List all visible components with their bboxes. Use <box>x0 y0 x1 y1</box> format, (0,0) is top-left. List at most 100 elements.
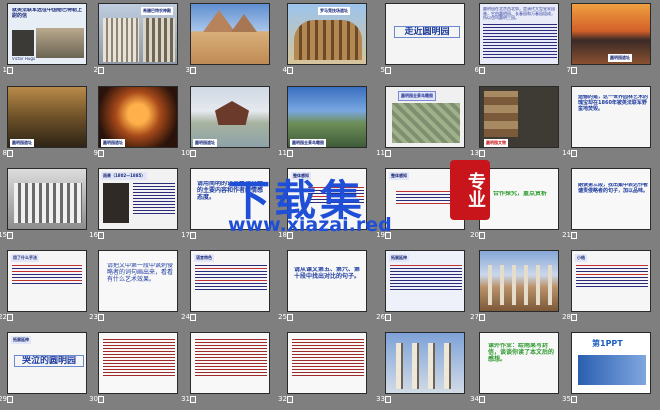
slide-thumbnail[interactable] <box>98 332 178 394</box>
slide-thumbnail[interactable]: 圆明园遗址 <box>571 3 651 65</box>
map-image <box>392 103 460 143</box>
slide-thumbnail[interactable]: 整体感知 <box>385 168 465 230</box>
slide-number: 21 <box>562 231 571 239</box>
text-lines <box>12 265 82 286</box>
slide-number: 28 <box>562 313 571 321</box>
slide-number: 10 <box>181 149 190 157</box>
text-lines <box>483 24 557 60</box>
slide-thumbnail[interactable]: 合作探究，重点赏析 <box>479 168 559 230</box>
transition-icon <box>98 395 104 403</box>
slide-thumbnail[interactable]: 圆明园遗址 <box>98 86 178 148</box>
transition-icon <box>98 231 104 239</box>
slide-thumbnail[interactable] <box>287 332 367 394</box>
text-lines <box>195 339 267 378</box>
transition-icon <box>571 149 577 157</box>
transition-icon <box>190 231 196 239</box>
slide-title: 整体感知 <box>291 172 311 180</box>
temple-image <box>143 18 175 62</box>
slide-title: 圆明园遗址 <box>10 139 34 147</box>
slide-thumbnail[interactable]: 小结 <box>571 250 651 312</box>
slide-number: 11 <box>376 149 385 157</box>
slide-title: 希腊巴特农神殿 <box>141 7 173 15</box>
slide-thumbnail[interactable]: 走近圆明园 <box>385 3 465 65</box>
transition-icon <box>385 313 391 321</box>
transition-icon <box>385 149 391 157</box>
slide-number: 33 <box>376 395 385 403</box>
transition-icon <box>287 149 293 157</box>
slide-title: 小结 <box>575 254 587 262</box>
slide-thumbnail[interactable]: 圆明园全景鸟瞰图 <box>287 86 367 148</box>
slide-thumbnail[interactable]: 整体感知 <box>287 168 367 230</box>
slide-title: 圆明园遗址 <box>608 54 632 62</box>
slide-sorter: 就英法联军远征中国给巴特勒上尉的信 Victor Hugo 1 希腊巴特农神殿 … <box>0 0 660 410</box>
transition-icon <box>479 66 485 74</box>
pyramid-image <box>231 14 257 32</box>
slide-thumbnail[interactable] <box>7 168 87 230</box>
transition-icon <box>479 313 485 321</box>
slide-title: 哭泣的圆明园 <box>14 355 84 368</box>
slide-title: 就英法联军远征中国给巴特勒上尉的信 <box>12 8 83 19</box>
slide-thumbnail[interactable]: 课外作业：给雨果写封信，谈谈你读了本文后的感想。 <box>479 332 559 394</box>
slide-subtitle: Victor Hugo <box>12 57 36 61</box>
slide-number: 23 <box>89 313 98 321</box>
slide-number: 34 <box>470 395 479 403</box>
slide-thumbnail[interactable]: 圆明园在北京西北郊，是清代大型皇家园林，它由圆明园、长春园和万春园组成，所以也叫… <box>479 3 559 65</box>
temple-image <box>103 18 139 62</box>
text-lines <box>396 191 456 206</box>
slide-number: 26 <box>376 313 385 321</box>
text-lines <box>308 187 364 205</box>
slide-thumbnail[interactable] <box>385 332 465 394</box>
slide-thumbnail[interactable]: 拓展延伸 哭泣的圆明园 <box>7 332 87 394</box>
slide-number: 13 <box>470 149 479 157</box>
transition-icon <box>571 231 577 239</box>
slide-title: 雨果（1802—1885） <box>101 172 148 180</box>
slide-thumbnail[interactable]: 圆明园遗址 <box>190 86 270 148</box>
transition-icon <box>190 149 196 157</box>
slide-thumbnail[interactable]: 遗憾的是，这一世界园林艺术的瑰宝却在1860年被英法联军野蛮地焚毁。 <box>571 86 651 148</box>
slide-number: 11 <box>278 149 287 157</box>
colosseum-image <box>294 20 362 60</box>
slide-number: 27 <box>470 313 479 321</box>
portrait-image <box>12 30 34 56</box>
slide-thumbnail[interactable]: 就英法联军远征中国给巴特勒上尉的信 Victor Hugo <box>7 3 87 65</box>
slide-thumbnail[interactable]: 雨果（1802—1885） <box>98 168 178 230</box>
banner-image <box>578 355 646 385</box>
text-lines <box>195 265 267 292</box>
transition-icon <box>190 313 196 321</box>
slide-thumbnail[interactable] <box>190 3 270 65</box>
slide-thumbnail[interactable]: 语言特色 <box>190 250 270 312</box>
slide-thumbnail[interactable]: 圆明园遗址 <box>7 86 87 148</box>
slide-thumbnail[interactable]: 拓展延伸 <box>385 250 465 312</box>
slide-thumbnail[interactable]: 朗读第三段，找出集中表达作者谴责侵略者的句子，加以品味。 <box>571 168 651 230</box>
slide-text: 请把文中第一段中讽刺侵略者的词句画出来，看看有什么艺术效果。 <box>107 263 173 283</box>
slide-number: 19 <box>376 231 385 239</box>
slide-text: 请从课文第五、第六、第十段中找出对比的句子。 <box>294 267 361 280</box>
slide-thumbnail[interactable]: 圆明园文物 <box>479 86 559 148</box>
slide-number: 30 <box>89 395 98 403</box>
slide-title: 圆明园全景鸟瞰图 <box>398 91 436 101</box>
slide-thumbnail[interactable]: 希腊巴特农神殿 <box>98 3 178 65</box>
transition-icon <box>98 313 104 321</box>
slide-thumbnail[interactable]: 用了什么手法 <box>7 250 87 312</box>
slide-thumbnail[interactable] <box>479 250 559 312</box>
slide-thumbnail[interactable]: 请从课文第五、第六、第十段中找出对比的句子。 <box>287 250 367 312</box>
portrait-image <box>103 183 129 223</box>
artifacts-image <box>484 91 518 137</box>
slide-thumbnail[interactable]: 请把文中第一段中讽刺侵略者的词句画出来，看看有什么艺术效果。 <box>98 250 178 312</box>
slide-thumbnail[interactable]: 圆明园全景鸟瞰图 <box>385 86 465 148</box>
transition-icon <box>479 149 485 157</box>
slide-thumbnail[interactable]: 罗马竞技场遗址 <box>287 3 367 65</box>
transition-icon <box>287 313 293 321</box>
slide-thumbnail[interactable]: 请用简明的语言概括文章的主要内容和作者的情感态度。 <box>190 168 270 230</box>
slide-title: 第1PPT <box>592 339 623 348</box>
slide-title: 拓展延伸 <box>389 254 409 262</box>
transition-icon <box>7 231 13 239</box>
slide-title: 罗马竞技场遗址 <box>318 7 350 15</box>
transition-icon <box>7 149 13 157</box>
slide-thumbnail[interactable] <box>190 332 270 394</box>
transition-icon <box>98 149 104 157</box>
slide-thumbnail[interactable]: 第1PPT <box>571 332 651 394</box>
transition-icon <box>190 66 196 74</box>
transition-icon <box>385 231 391 239</box>
transition-icon <box>7 395 13 403</box>
